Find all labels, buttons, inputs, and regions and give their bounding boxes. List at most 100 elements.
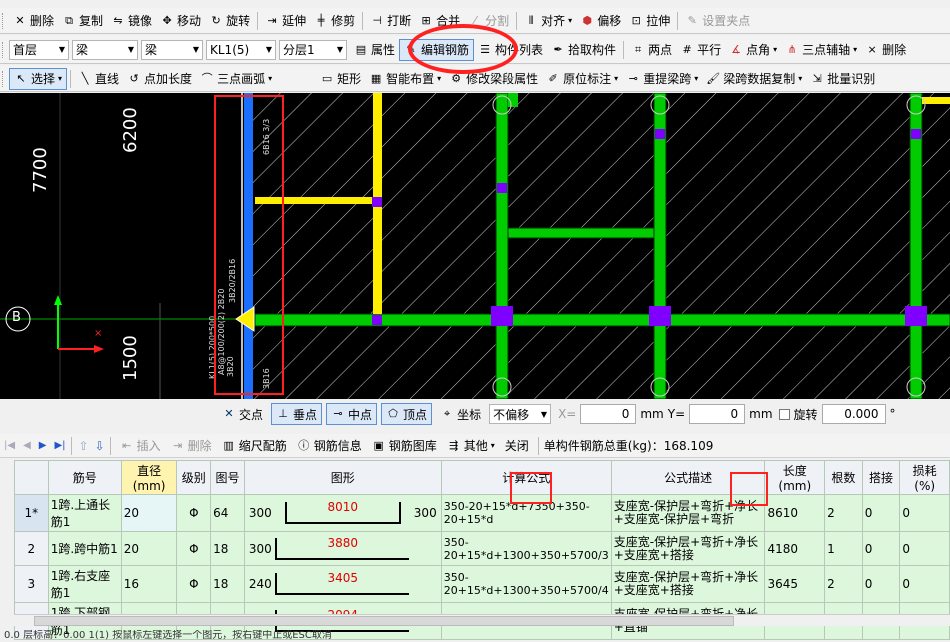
offset-mode-select[interactable]: 不偏移 ▼ (489, 404, 552, 424)
member-subtype-select[interactable]: 梁 ▼ (141, 39, 203, 60)
cell-formula[interactable]: 350-20+15*d+1300+350+5700/3 (440, 531, 612, 566)
cell-figure-no[interactable]: 18 (210, 531, 245, 566)
table-row[interactable]: 3 1跨.右支座筋1 16 Φ 18 240 3405 350-20+15*d+1… (14, 565, 950, 603)
in-situ-mark-button[interactable]: ✐ 原位标注 ▾ (542, 68, 622, 90)
rectangle-button[interactable]: ▭ 矩形 (316, 68, 365, 90)
rotate-checkbox[interactable] (778, 408, 790, 420)
prev-record-icon[interactable]: ◀ (23, 440, 31, 451)
property-button[interactable]: ▤ 属性 (350, 39, 399, 61)
cell-description[interactable]: 支座宽-保护层+弯折+净长+支座宽+搭接 (610, 565, 766, 603)
col-header-name[interactable]: 筋号 (47, 460, 122, 495)
cell-length[interactable]: 3645 (764, 565, 826, 603)
cell-shape[interactable]: 300 8010 300 (243, 494, 442, 532)
cell-length[interactable]: 8610 (764, 494, 826, 532)
three-point-axis-button[interactable]: ⋔ 三点辅轴 ▾ (781, 39, 861, 61)
cell-shape[interactable]: 300 3880 (243, 531, 442, 566)
cell-diameter[interactable]: 20 (120, 494, 178, 532)
col-header-figure-no[interactable]: 图号 (210, 460, 245, 495)
smart-layout-button[interactable]: ▦ 智能布置 ▾ (365, 68, 445, 90)
table-row[interactable]: 2 1跨.跨中筋1 20 Φ 18 300 3880 350-20+15*d+13… (14, 531, 950, 566)
cell-count[interactable]: 2 (824, 565, 863, 603)
col-header-shape[interactable]: 图形 (243, 460, 442, 495)
horizontal-scrollbar[interactable] (14, 614, 950, 626)
move-down-icon[interactable]: ⇩ (95, 439, 105, 453)
cell-name[interactable]: 1跨.跨中筋1 (47, 531, 122, 566)
cad-drawing[interactable]: × (0, 93, 950, 399)
col-header-lap[interactable]: 搭接 (861, 460, 901, 495)
cell-loss[interactable]: 0 (899, 494, 950, 532)
member-name-select[interactable]: KL1(5) ▼ (206, 39, 276, 60)
cell-grade[interactable]: Φ (176, 531, 212, 566)
col-header-count[interactable]: 根数 (824, 460, 863, 495)
beam-yellow-right[interactable] (922, 97, 950, 104)
beam-kl1[interactable] (254, 313, 950, 327)
line-button[interactable]: ╲ 直线 (74, 68, 123, 90)
cell-figure-no[interactable]: 18 (210, 565, 245, 603)
point-add-length-button[interactable]: ↺ 点加长度 (123, 68, 196, 90)
delete-axis-button[interactable]: ⨯ 删除 (861, 39, 910, 61)
cell-loss[interactable]: 0 (899, 531, 950, 566)
point-angle-button[interactable]: ∡ 点角 ▾ (725, 39, 781, 61)
table-row[interactable]: 1* 1跨.上通长筋1 20 Φ 64 300 8010 300 350-20+15… (14, 494, 950, 532)
cell-name[interactable]: 1跨.上通长筋1 (47, 494, 122, 532)
offset-button[interactable]: ⬢ 偏移 (576, 10, 625, 32)
select-button[interactable]: ↖ 选择 ▾ (9, 67, 68, 90)
cell-name[interactable]: 1跨.右支座筋1 (47, 565, 122, 603)
col-header-length[interactable]: 长度(mm) (764, 460, 826, 495)
scrollbar-thumb[interactable] (34, 616, 734, 626)
first-record-icon[interactable]: |◀ (4, 440, 15, 451)
col-header-diameter[interactable]: 直径(mm) (120, 460, 178, 495)
rotate-input[interactable]: 0.000 (821, 404, 886, 424)
parallel-axis-button[interactable]: # 平行 (676, 39, 725, 61)
cell-formula[interactable]: 350-20+15*d+1300+350+5700/4 (440, 565, 612, 603)
cell-lap[interactable]: 0 (861, 494, 901, 532)
rotate-button[interactable]: ↻ 旋转 (205, 10, 254, 32)
mirror-button[interactable]: ⇋ 镜像 (107, 10, 156, 32)
drawing-canvas[interactable]: × 7700 6200 1500 B 6B16 3/3 3B20/2B16 KL… (0, 93, 950, 399)
y-input[interactable]: 0 (689, 404, 746, 424)
row-index[interactable]: 1* (14, 494, 49, 532)
beam-horizontal-mid[interactable] (507, 227, 655, 239)
insert-button[interactable]: ⇤ 插入 (116, 435, 165, 457)
cell-length[interactable]: 4180 (764, 531, 826, 566)
coordinate-snap[interactable]: ⌖ 坐标 (436, 403, 485, 425)
cell-description[interactable]: 支座宽-保护层+弯折+净长+支座宽+搭接 (610, 531, 766, 566)
intersection-snap[interactable]: ✕ 交点 (218, 403, 267, 425)
cell-shape[interactable]: 240 3405 (243, 565, 442, 603)
vertex-snap[interactable]: ⬠ 顶点 (381, 403, 433, 425)
move-button[interactable]: ✥ 移动 (156, 10, 205, 32)
cell-loss[interactable]: 0 (899, 565, 950, 603)
scale-config-button[interactable]: ▥ 缩尺配筋 (218, 435, 291, 457)
break-button[interactable]: ⊣ 打断 (366, 10, 415, 32)
last-record-icon[interactable]: ▶| (54, 440, 65, 451)
beam-data-copy-button[interactable]: 🖌 梁跨数据复制 ▾ (702, 68, 806, 90)
x-input[interactable]: 0 (580, 404, 637, 424)
cell-grade[interactable]: Φ (176, 565, 212, 603)
layer-select[interactable]: 分层1 ▼ (279, 39, 347, 60)
stretch-button[interactable]: ⊡ 拉伸 (625, 10, 674, 32)
other-menu-button[interactable]: ⇶ 其他 ▾ (443, 435, 499, 457)
cell-lap[interactable]: 0 (861, 531, 901, 566)
extend-button[interactable]: ⇥ 延伸 (261, 10, 310, 32)
floor-select[interactable]: 首层 ▼ (9, 39, 69, 60)
col-header-loss[interactable]: 损耗(%) (899, 460, 950, 495)
cell-figure-no[interactable]: 64 (210, 494, 245, 532)
close-panel-button[interactable]: 关闭 (501, 435, 533, 457)
member-type-select[interactable]: 梁 ▼ (72, 39, 138, 60)
cell-diameter[interactable]: 16 (120, 565, 178, 603)
midpoint-snap[interactable]: ⊸ 中点 (326, 403, 378, 425)
next-record-icon[interactable]: ▶ (39, 440, 47, 451)
rebar-library-button[interactable]: ▣ 钢筋图库 (368, 435, 441, 457)
col-header-grade[interactable]: 级别 (176, 460, 212, 495)
two-point-axis-button[interactable]: ⌗ 两点 (627, 39, 676, 61)
cell-grade[interactable]: Φ (176, 494, 212, 532)
cell-diameter[interactable]: 20 (120, 531, 178, 566)
row-index[interactable]: 3 (14, 565, 49, 603)
align-button[interactable]: ⫴ 对齐 ▾ (520, 10, 576, 32)
row-index[interactable]: 2 (14, 531, 49, 566)
set-grip-button[interactable]: ✎ 设置夹点 (681, 10, 754, 32)
batch-identify-button[interactable]: ⇲ 批量识别 (806, 68, 879, 90)
cell-count[interactable]: 1 (824, 531, 863, 566)
cell-lap[interactable]: 0 (861, 565, 901, 603)
delete-row-button[interactable]: ⇥ 删除 (167, 435, 216, 457)
